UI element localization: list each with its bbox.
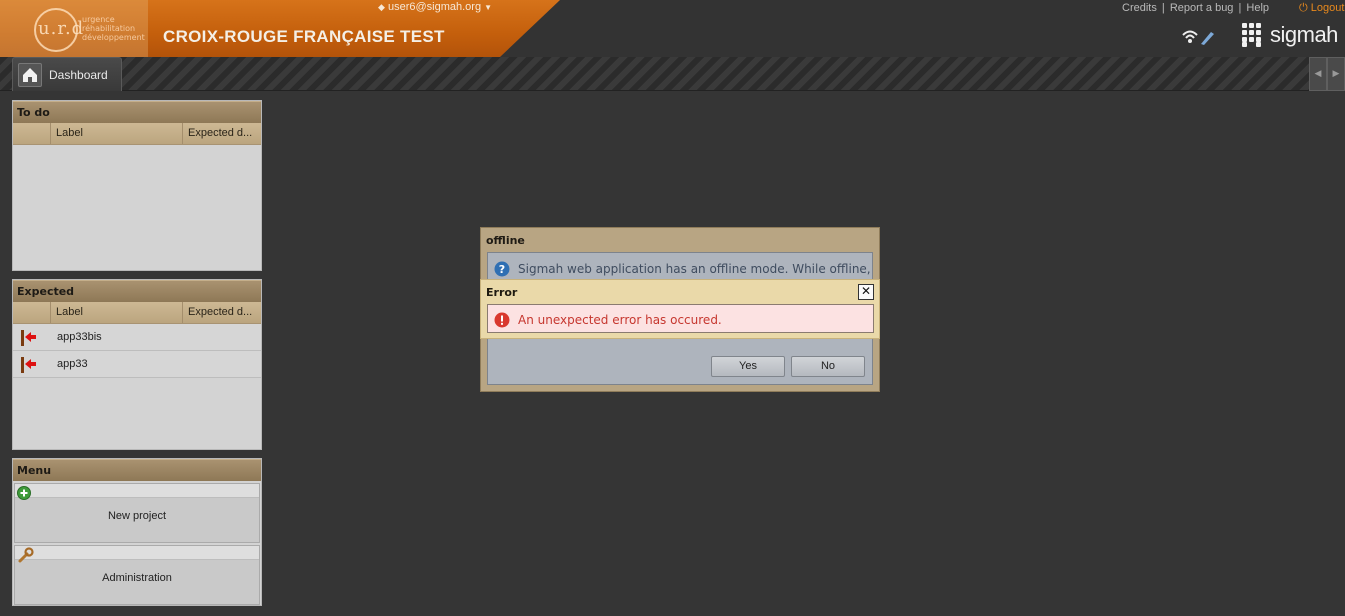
close-icon[interactable]: ✕: [858, 284, 874, 300]
new-project-button[interactable]: New project: [14, 483, 260, 543]
report-bug-link[interactable]: Report a bug: [1170, 2, 1234, 14]
dialog-title: offline: [486, 234, 525, 247]
tab-scroll-right-button[interactable]: ▶: [1327, 57, 1345, 91]
help-link[interactable]: Help: [1246, 2, 1269, 14]
expected-panel: Expected Label Expected d... app33bis ap…: [12, 279, 262, 450]
menu-panel: Menu New project Administration: [12, 458, 262, 606]
panel-title: Expected: [13, 280, 261, 302]
menu-item-label: Administration: [102, 572, 172, 584]
dialog-body: An unexpected error has occured.: [487, 304, 874, 333]
logo-text: u.r.d: [38, 18, 85, 39]
logout-link[interactable]: ⏻ Logout: [1299, 2, 1344, 15]
column-header-expected-date[interactable]: Expected d...: [183, 302, 261, 323]
app-header: u.r.d urgence réhabilitation développeme…: [0, 0, 1345, 57]
tab-dashboard[interactable]: Dashboard: [12, 57, 122, 91]
tab-label: Dashboard: [49, 68, 108, 82]
reminder-flag-icon: [13, 324, 51, 351]
administration-button[interactable]: Administration: [14, 545, 260, 605]
logo-word: urgence: [82, 15, 115, 24]
credits-link[interactable]: Credits: [1122, 2, 1157, 14]
table-row[interactable]: app33bis: [13, 324, 261, 351]
column-header-icon[interactable]: [13, 302, 51, 323]
panel-title: Menu: [13, 459, 261, 481]
error-icon: [494, 312, 510, 331]
brand-name: sigmah: [1270, 22, 1338, 47]
reminder-flag-icon: [13, 351, 51, 378]
add-icon: [17, 486, 31, 503]
wrench-icon: [17, 546, 35, 567]
power-icon: ⏻: [1299, 2, 1308, 14]
chevron-down-icon: ▼: [484, 3, 493, 12]
org-title: CROIX-ROUGE FRANÇAISE TEST: [163, 27, 445, 46]
column-header-expected-date[interactable]: Expected d...: [183, 123, 261, 144]
logout-label: Logout: [1310, 2, 1345, 14]
tab-scroll-left-button[interactable]: ◀: [1309, 57, 1327, 91]
todo-panel: To do Label Expected d...: [12, 100, 262, 271]
expected-grid-header: Label Expected d...: [13, 302, 261, 324]
yes-button[interactable]: Yes: [711, 356, 785, 377]
org-logo: u.r.d urgence réhabilitation développeme…: [0, 0, 148, 57]
todo-grid-header: Label Expected d...: [13, 123, 261, 145]
column-header-label[interactable]: Label: [51, 302, 183, 323]
column-header-icon[interactable]: [13, 123, 51, 144]
user-menu[interactable]: ◆ user6@sigmah.org ▼: [378, 1, 492, 13]
no-button[interactable]: No: [791, 356, 865, 377]
info-icon: ?: [494, 261, 510, 280]
user-gear-icon: ◆: [378, 2, 385, 12]
row-label: app33: [57, 358, 88, 370]
logo-word: développement: [82, 33, 145, 42]
error-dialog: Error ✕ An unexpected error has occured.: [480, 279, 880, 339]
column-header-label[interactable]: Label: [51, 123, 183, 144]
tab-bar: Dashboard ◀ ▶: [0, 57, 1345, 91]
online-status-icon[interactable]: [1181, 28, 1215, 49]
sigmah-grid-icon: [1242, 23, 1261, 47]
logo-word: réhabilitation: [82, 24, 136, 33]
sigmah-logo: sigmah: [1242, 22, 1338, 48]
row-label: app33bis: [57, 331, 102, 343]
dialog-title: Error: [486, 286, 518, 299]
panel-title: To do: [13, 101, 261, 123]
dialog-message: Sigmah web application has an offline mo…: [518, 262, 871, 276]
home-icon: [18, 63, 42, 87]
svg-text:?: ?: [499, 263, 505, 276]
menu-item-label: New project: [107, 510, 167, 522]
user-email: user6@sigmah.org: [387, 1, 482, 13]
top-links: Credits | Report a bug | Help: [1122, 2, 1270, 14]
error-message: An unexpected error has occured.: [518, 313, 722, 327]
table-row[interactable]: app33: [13, 351, 261, 378]
